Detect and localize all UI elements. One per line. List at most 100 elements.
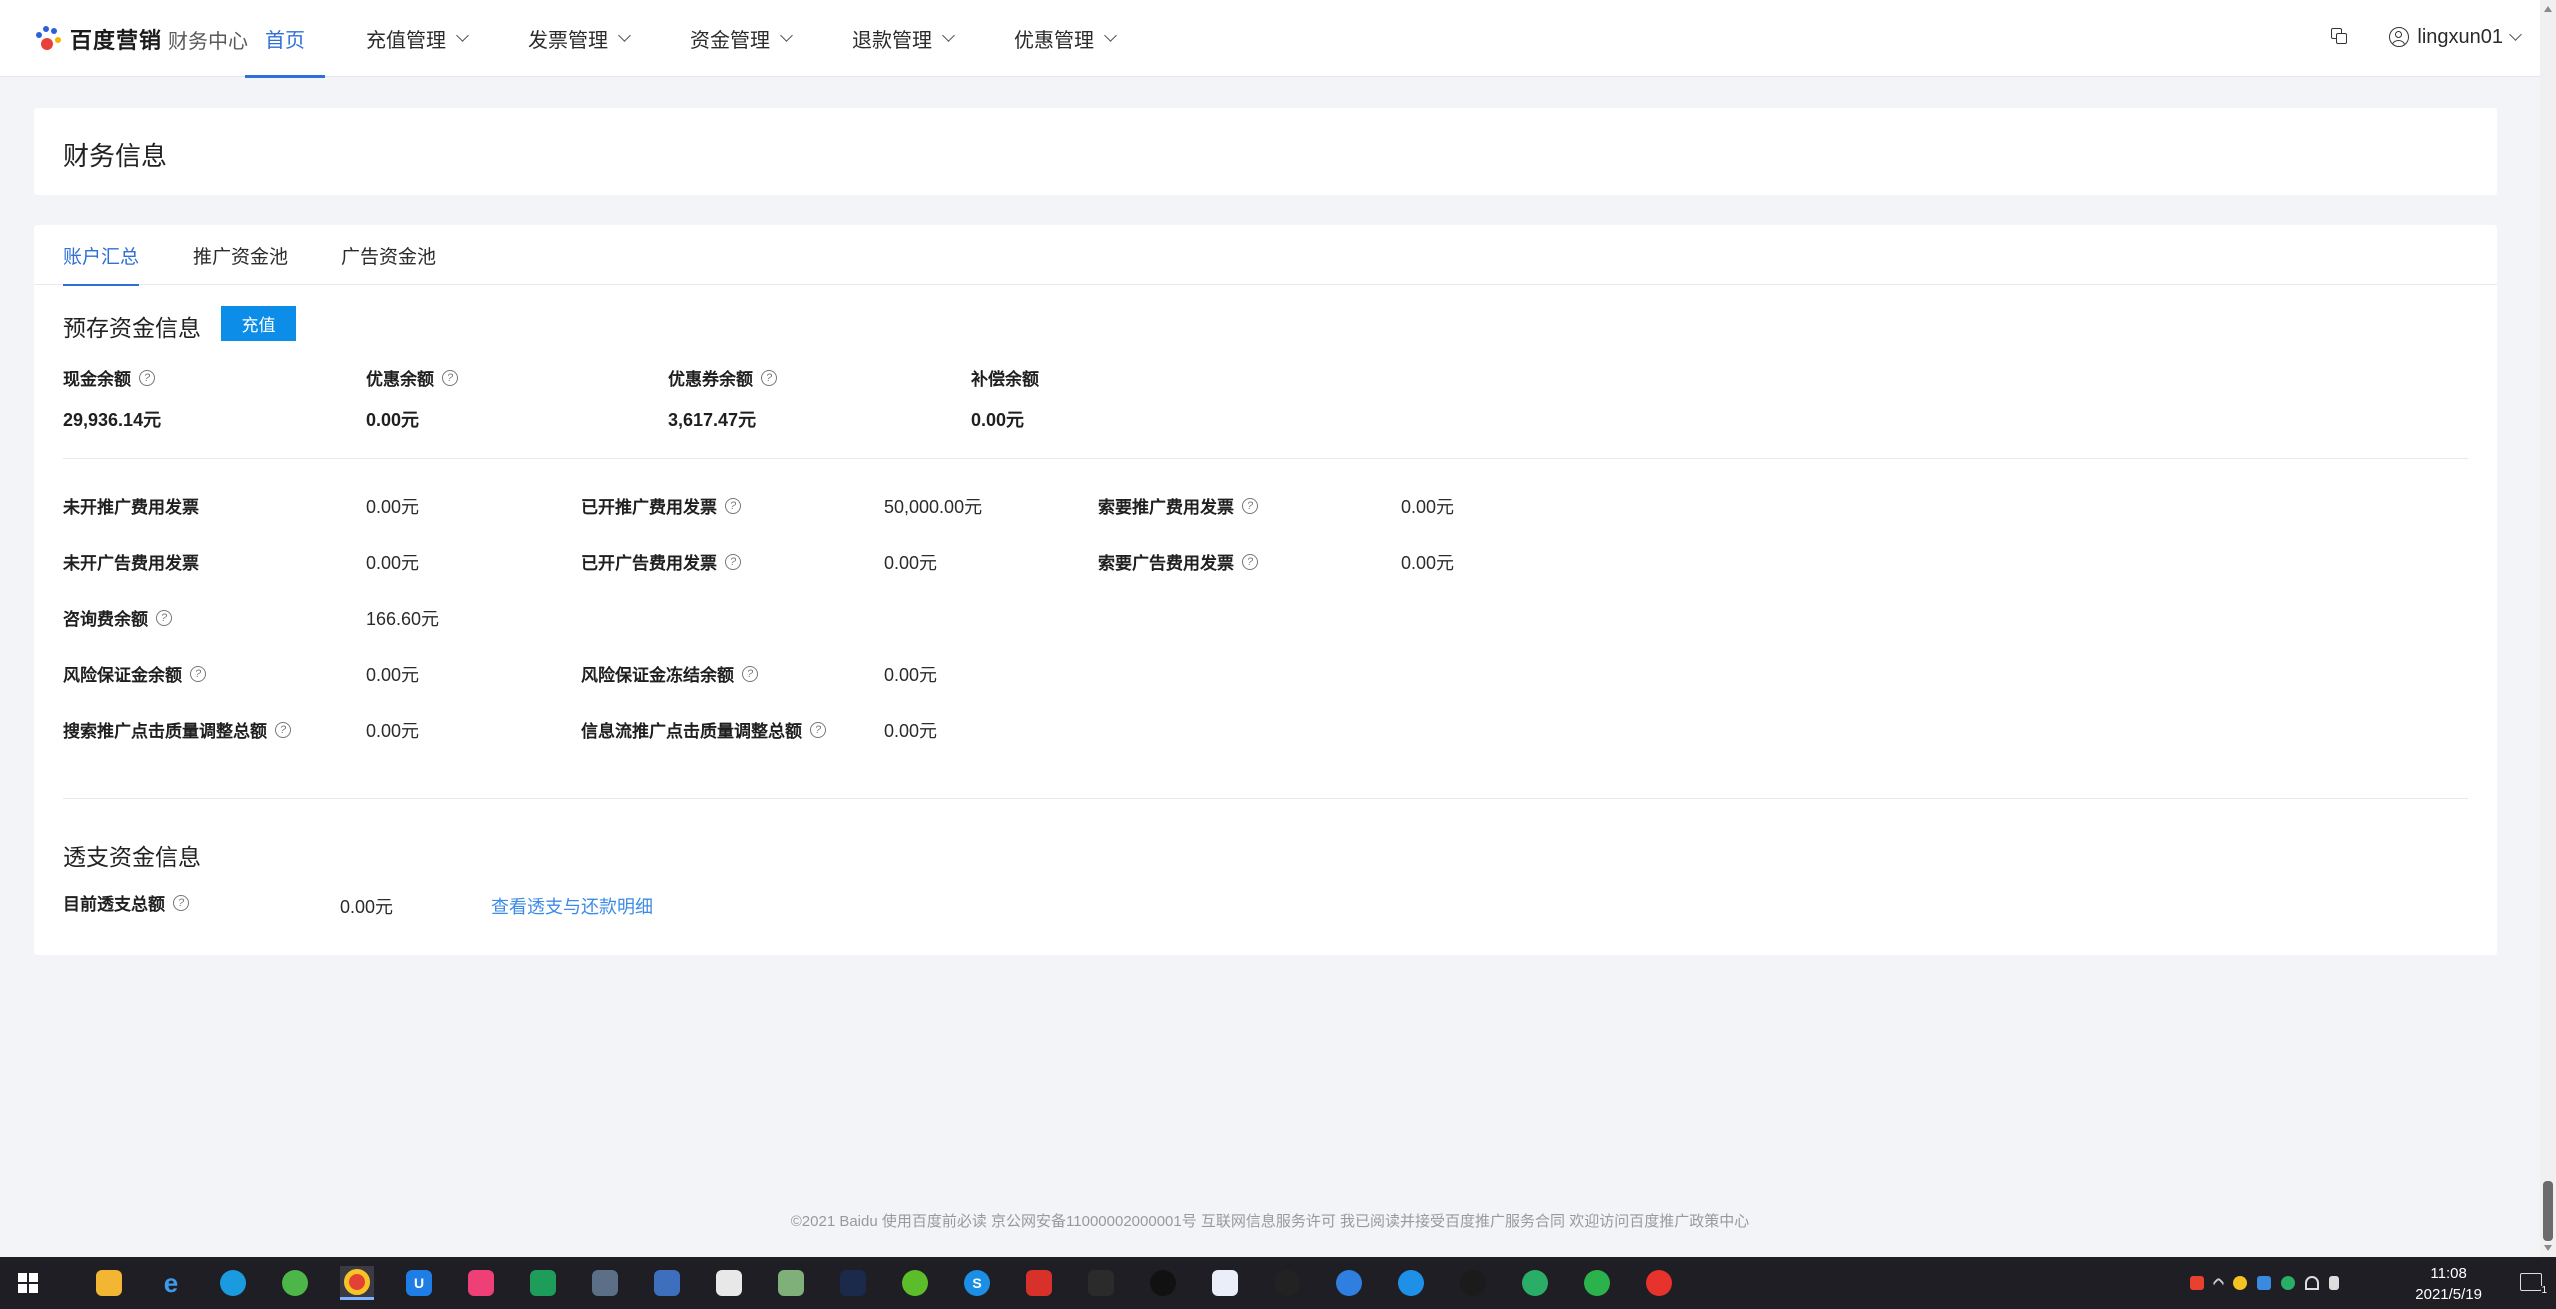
cash-balance-value: 29,936.14元 — [63, 410, 162, 430]
help-icon[interactable]: ? — [742, 665, 758, 682]
app-iqiyi-icon[interactable] — [898, 1266, 932, 1300]
volume-icon[interactable] — [2329, 1276, 2339, 1290]
coupon-balance-label: 优惠券余额? — [668, 365, 777, 390]
nav-right: lingxun01 — [2331, 0, 2522, 74]
search-quality-adjustment-value: 0.00元 — [366, 721, 420, 741]
notification-count: 1 — [2541, 1285, 2547, 1296]
internet-explorer-icon[interactable]: e — [154, 1266, 188, 1300]
issued-ad-invoice-label-text: 已开广告费用发票 — [581, 554, 717, 573]
overdraft-total-value: 0.00元 — [340, 897, 394, 917]
nav-refund-management[interactable]: 退款管理 — [832, 0, 973, 77]
switch-account-icon[interactable] — [2331, 28, 2349, 46]
app-search-icon[interactable] — [1394, 1266, 1428, 1300]
edge-browser-icon[interactable] — [216, 1266, 250, 1300]
sogou-icon[interactable]: S — [960, 1266, 994, 1300]
app-stripe-icon[interactable] — [774, 1266, 808, 1300]
feed-quality-adjustment-label-text: 信息流推广点击质量调整总额 — [581, 722, 802, 741]
help-icon[interactable]: ? — [442, 369, 458, 386]
app-green-box-icon[interactable] — [526, 1266, 560, 1300]
tab-promotion-fund-pool[interactable]: 推广资金池 — [193, 225, 288, 285]
help-icon[interactable]: ? — [725, 553, 741, 570]
baidu-netdisk-icon[interactable] — [1208, 1266, 1242, 1300]
scroll-up-arrow-icon[interactable] — [2544, 6, 2552, 12]
app-dark-icon[interactable] — [836, 1266, 870, 1300]
nav-discount-management[interactable]: 优惠管理 — [994, 0, 1135, 77]
app-pink-icon[interactable] — [464, 1266, 498, 1300]
user-name[interactable]: lingxun01 — [2417, 26, 2503, 49]
help-icon[interactable]: ? — [156, 609, 172, 626]
tray-expand-icon[interactable] — [2212, 1276, 2225, 1290]
chevron-down-icon[interactable] — [2509, 27, 2522, 41]
page-scrollbar[interactable] — [2540, 0, 2556, 1257]
help-icon[interactable]: ? — [190, 665, 206, 682]
page-title-card: 财务信息 — [34, 108, 2497, 195]
app-blue-bird-icon[interactable] — [1332, 1266, 1366, 1300]
help-icon[interactable]: ? — [1242, 497, 1258, 514]
section-divider — [63, 798, 2468, 799]
chrome-browser-icon[interactable] — [340, 1266, 374, 1300]
help-icon[interactable]: ? — [761, 369, 777, 386]
unissued-promo-invoice-label: 未开推广费用发票 — [63, 493, 199, 518]
overdraft-detail-link[interactable]: 查看透支与还款明细 — [491, 893, 653, 919]
user-avatar-icon[interactable] — [2389, 27, 2410, 47]
logo-sub-text: 财务中心 — [168, 30, 249, 53]
tiktok-icon[interactable] — [1146, 1266, 1180, 1300]
help-icon[interactable]: ? — [139, 369, 155, 386]
help-icon[interactable]: ? — [275, 721, 291, 738]
request-ad-invoice-label-text: 索要广告费用发票 — [1098, 554, 1234, 573]
unissued-promo-invoice-label-text: 未开推广费用发票 — [63, 498, 199, 517]
nav-recharge-management[interactable]: 充值管理 — [346, 0, 487, 77]
windows-start-icon[interactable] — [18, 1273, 38, 1293]
chevron-down-icon — [456, 29, 469, 42]
scroll-down-arrow-icon[interactable] — [2544, 1245, 2552, 1251]
logo-brand-text: 百度营销 — [70, 28, 163, 53]
help-icon[interactable]: ? — [810, 721, 826, 738]
nav-home[interactable]: 首页 — [245, 0, 325, 78]
baidu-marketing-logo[interactable]: 百度营销 财务中心 — [34, 22, 248, 56]
tray-app-icon[interactable] — [2233, 1276, 2247, 1290]
prepaid-section-title: 预存资金信息 — [63, 315, 201, 341]
overdraft-section-title: 透支资金信息 — [63, 844, 201, 870]
app-red-icon[interactable] — [1642, 1266, 1676, 1300]
wifi-icon[interactable] — [2305, 1276, 2319, 1290]
app-network-icon[interactable] — [650, 1266, 684, 1300]
tray-app-icon[interactable] — [2190, 1276, 2204, 1290]
unissued-ad-invoice-value: 0.00元 — [366, 553, 420, 573]
app-map-icon[interactable] — [712, 1266, 746, 1300]
request-ad-invoice-value: 0.00元 — [1401, 553, 1455, 573]
app-u-icon[interactable]: U — [402, 1266, 436, 1300]
app-bird-icon[interactable] — [1084, 1266, 1118, 1300]
issued-promo-invoice-label: 已开推广费用发票? — [581, 493, 741, 518]
chevron-down-icon — [780, 29, 793, 42]
wechat-icon[interactable] — [1518, 1266, 1552, 1300]
nav-home-label: 首页 — [265, 30, 305, 52]
app-green-circle-icon[interactable] — [1580, 1266, 1614, 1300]
help-icon[interactable]: ? — [173, 894, 189, 911]
acrobat-icon[interactable] — [1022, 1266, 1056, 1300]
help-icon[interactable]: ? — [1242, 553, 1258, 570]
nav-invoice-label: 发票管理 — [528, 30, 608, 52]
tab-ad-fund-pool[interactable]: 广告资金池 — [341, 225, 436, 285]
notification-center-icon[interactable]: 1 — [2520, 1273, 2547, 1296]
qq-icon[interactable] — [1456, 1266, 1490, 1300]
file-explorer-icon[interactable] — [92, 1266, 126, 1300]
app-penguin-icon[interactable] — [1270, 1266, 1304, 1300]
risk-deposit-label: 风险保证金余额? — [63, 661, 206, 686]
coupon-balance-label-text: 优惠券余额 — [668, 370, 753, 389]
chevron-down-icon — [618, 29, 631, 42]
nav-fund-management[interactable]: 资金管理 — [670, 0, 811, 77]
taskbar-clock[interactable]: 11:08 2021/5/19 — [2415, 1263, 2482, 1305]
clock-time: 11:08 — [2430, 1265, 2467, 1282]
unissued-ad-invoice-label-text: 未开广告费用发票 — [63, 554, 199, 573]
app-tools-icon[interactable] — [588, 1266, 622, 1300]
coupon-balance-value: 3,617.47元 — [668, 410, 757, 430]
tab-account-summary[interactable]: 账户汇总 — [63, 225, 140, 286]
nav-invoice-management[interactable]: 发票管理 — [508, 0, 649, 77]
finance-summary-card: 账户汇总 推广资金池 广告资金池 预存资金信息 充值 现金余额? 29,936.… — [34, 225, 2497, 955]
tray-wechat-icon[interactable] — [2281, 1276, 2295, 1290]
360-browser-icon[interactable] — [278, 1266, 312, 1300]
recharge-button[interactable]: 充值 — [221, 306, 296, 341]
help-icon[interactable]: ? — [725, 497, 741, 514]
scrollbar-thumb[interactable] — [2543, 1181, 2553, 1241]
tray-app-icon[interactable] — [2257, 1276, 2271, 1290]
